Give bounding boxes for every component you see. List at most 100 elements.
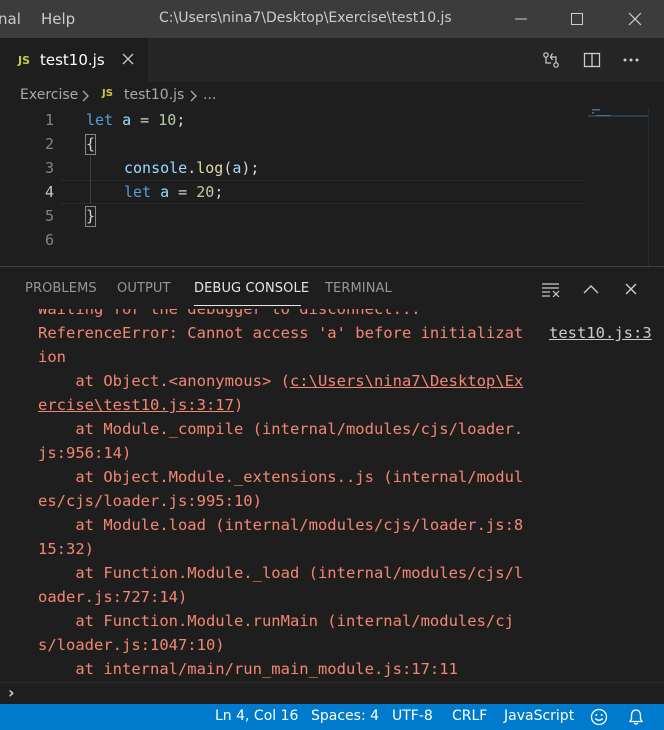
console-line: ercise\test10.js:3:17) <box>38 393 243 417</box>
number-token: 10 <box>158 111 177 129</box>
console-line: at Module.load (internal/modules/cjs/loa… <box>38 516 524 534</box>
brace-token: } <box>86 207 96 225</box>
code-text: } <box>86 204 95 228</box>
console-line: at internal/main/run_main_module.js:17:1… <box>38 660 458 678</box>
keyword-token: let <box>124 183 152 201</box>
split-editor-button[interactable] <box>579 47 605 73</box>
code-text: let a = 20; <box>124 180 223 204</box>
console-line: s/loader.js:1047:10) <box>38 636 225 654</box>
line-ending[interactable]: CRLF <box>452 708 487 724</box>
code-text: console.log(a); <box>124 156 259 180</box>
code-text: { <box>86 132 95 156</box>
minimap[interactable] <box>588 108 648 266</box>
file-encoding[interactable]: UTF-8 <box>392 708 433 724</box>
tab-debug-console[interactable]: DEBUG CONSOLE <box>194 281 309 296</box>
minimize-icon <box>515 18 527 20</box>
operator-token: = <box>169 183 197 201</box>
tab-terminal[interactable]: TERMINAL <box>325 281 392 296</box>
variable-token: a <box>122 111 132 129</box>
console-line: at Module._compile (internal/modules/cjs… <box>38 420 524 438</box>
close-window-button[interactable] <box>612 0 658 38</box>
smiley-icon <box>590 708 608 726</box>
editor-scrollbar[interactable] <box>648 108 664 266</box>
close-icon <box>625 283 637 295</box>
console-line: 15:32) <box>38 540 94 558</box>
debug-console-output[interactable]: Waiting for the debugger to disconnect..… <box>0 309 664 682</box>
chevron-right-icon <box>82 90 89 102</box>
bell-icon <box>628 709 644 725</box>
clear-console-button[interactable] <box>539 277 563 301</box>
breadcrumb-folder[interactable]: Exercise <box>20 87 78 103</box>
tab-test10-js[interactable]: JS test10.js <box>0 38 148 82</box>
repl-input[interactable]: › <box>0 682 664 705</box>
console-line: Waiting for the debugger to disconnect..… <box>38 309 421 318</box>
source-location-link[interactable]: test10.js:3 <box>549 321 652 345</box>
keyword-token: let <box>86 111 114 129</box>
notifications-button[interactable] <box>626 707 646 727</box>
close-panel-button[interactable] <box>619 277 643 301</box>
code-editor[interactable]: 1 let a = 10; 2 { 3 console.log(a); 4 le… <box>0 108 664 266</box>
punctuation-token: ); <box>241 159 260 177</box>
code-line: 5 } <box>0 204 664 228</box>
console-line: at Function.Module.runMain (internal/mod… <box>38 612 514 630</box>
javascript-file-icon: JS <box>102 88 113 99</box>
clear-all-icon <box>542 283 560 297</box>
tab-output[interactable]: OUTPUT <box>117 281 171 296</box>
feedback-button[interactable] <box>589 707 609 727</box>
variable-token: console <box>124 159 188 177</box>
maximize-panel-button[interactable] <box>579 277 603 301</box>
code-text: let a = 10; <box>86 108 185 132</box>
brace-token: { <box>86 135 96 153</box>
title-bar: nal Help C:\Users\nina7\Desktop\Exercise… <box>0 0 664 38</box>
console-line: js:956:14) <box>38 444 132 462</box>
line-number: 3 <box>44 159 54 177</box>
file-path-link[interactable]: c:\Users\nina7\Desktop\Ex <box>290 372 523 390</box>
breadcrumb-file[interactable]: test10.js <box>124 87 184 103</box>
punctuation-token: ; <box>214 183 224 201</box>
console-line: at Object.Module._extensions..js (intern… <box>38 468 524 486</box>
cursor-position[interactable]: Ln 4, Col 16 <box>215 708 298 724</box>
language-mode[interactable]: JavaScript <box>504 708 574 724</box>
repl-prompt-icon: › <box>8 683 15 702</box>
chevron-up-icon <box>583 285 599 294</box>
console-line: at Object.<anonymous> (c:\Users\nina7\De… <box>38 369 523 393</box>
punctuation-token: ; <box>176 111 186 129</box>
variable-token: a <box>160 183 170 201</box>
bottom-panel: PROBLEMS OUTPUT DEBUG CONSOLE TERMINAL W… <box>0 266 664 704</box>
punctuation-token: . <box>187 159 197 177</box>
number-token: 20 <box>196 183 215 201</box>
open-changes-button[interactable] <box>538 47 564 73</box>
split-editor-icon <box>583 52 601 68</box>
code-line: 3 console.log(a); <box>0 156 664 180</box>
stack-frame-text: at Object.<anonymous> ( <box>38 372 290 390</box>
editor-tab-bar: JS test10.js <box>0 38 664 82</box>
tab-close-button[interactable] <box>118 48 138 70</box>
javascript-file-icon: JS <box>18 54 31 67</box>
minimize-button[interactable] <box>498 0 544 38</box>
line-number: 5 <box>44 207 54 225</box>
status-bar: Ln 4, Col 16 Spaces: 4 UTF-8 CRLF JavaSc… <box>0 704 664 730</box>
menu-item-help[interactable]: Help <box>41 10 75 28</box>
console-line: ReferenceError: Cannot access 'a' before… <box>38 324 524 342</box>
ellipsis-icon <box>623 58 639 62</box>
operator-token: = <box>131 111 159 129</box>
code-line: 2 { <box>0 132 664 156</box>
tab-label: test10.js <box>40 51 105 69</box>
file-path-link[interactable]: ercise\test10.js:3:17 <box>38 396 234 414</box>
console-line: ion <box>38 348 66 366</box>
chevron-right-icon <box>190 90 197 102</box>
menu-item-terminal[interactable]: nal <box>0 10 21 28</box>
console-line: es/cjs/loader.js:995:10) <box>38 492 262 510</box>
tab-problems[interactable]: PROBLEMS <box>25 281 97 296</box>
console-line: oader.js:727:14) <box>38 588 188 606</box>
console-line: at Function.Module._load (internal/modul… <box>38 564 524 582</box>
maximize-button[interactable] <box>554 0 600 38</box>
breadcrumb-more[interactable]: ... <box>203 87 216 103</box>
active-tab-indicator <box>194 305 301 306</box>
line-number: 1 <box>44 111 54 129</box>
indentation-setting[interactable]: Spaces: 4 <box>311 708 379 724</box>
more-actions-button[interactable] <box>618 47 644 73</box>
line-number: 2 <box>44 135 54 153</box>
breadcrumb: Exercise JS test10.js ... <box>0 82 664 108</box>
window-title: C:\Users\nina7\Desktop\Exercise\test10.j… <box>159 10 452 26</box>
